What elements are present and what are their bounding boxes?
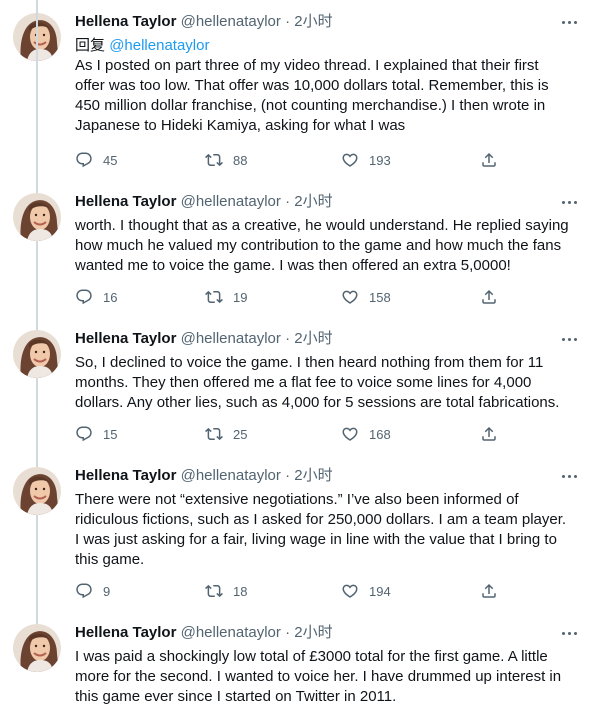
action-bar: 16 19 158 [75,287,505,307]
thread-line [36,241,38,331]
share-button[interactable] [480,150,498,170]
retweet-icon [205,582,223,600]
heart-icon [341,288,359,306]
retweet-icon [205,425,223,443]
reply-count: 45 [103,152,118,168]
separator-dot: · [285,624,291,641]
separator-dot: · [285,330,291,347]
retweet-count: 25 [233,426,248,442]
reply-icon [75,425,93,443]
share-icon [480,288,498,306]
reply-icon [75,151,93,169]
reply-icon [75,288,93,306]
avatar[interactable] [13,330,61,378]
separator-dot: · [285,193,291,210]
author-handle[interactable]: @hellenataylor [181,467,281,484]
more-options-icon[interactable] [558,192,580,212]
reply-icon [75,582,93,600]
like-button[interactable]: 194 [341,581,391,601]
author-name[interactable]: Hellena Taylor [75,467,176,484]
thread-line [36,0,38,194]
retweet-count: 18 [233,583,248,599]
timestamp[interactable]: 2小时 [294,193,332,210]
share-button[interactable] [480,581,498,601]
tweet[interactable]: Hellena Taylor @hellenataylor · 2小时 回复 @… [0,0,600,180]
separator-dot: · [285,467,291,484]
reply-count: 16 [103,289,118,305]
like-button[interactable]: 168 [341,424,391,444]
retweet-icon [205,151,223,169]
tweet-text: There were not “extensive negotiations.”… [75,491,567,568]
replying-to: 回复 @hellenataylor [75,36,209,56]
retweet-count: 88 [233,152,248,168]
like-count: 193 [369,152,391,168]
tweet-text: I was paid a shockingly low total of £30… [75,648,562,705]
author-handle[interactable]: @hellenataylor [181,330,281,347]
avatar[interactable] [13,467,61,515]
like-button[interactable]: 193 [341,150,391,170]
tweet-text: As I posted on part three of my video th… [75,57,549,134]
reply-count: 15 [103,426,118,442]
author-name[interactable]: Hellena Taylor [75,330,176,347]
author-handle[interactable]: @hellenataylor [181,193,281,210]
author-name[interactable]: Hellena Taylor [75,193,176,210]
separator-dot: · [285,13,291,30]
share-icon [480,151,498,169]
heart-icon [341,425,359,443]
share-button[interactable] [480,424,498,444]
action-bar: 45 88 193 [75,150,505,170]
heart-icon [341,582,359,600]
avatar[interactable] [13,624,61,672]
reply-count: 9 [103,583,111,599]
retweet-button[interactable]: 88 [205,150,247,170]
share-icon [480,425,498,443]
tweet-text: So, I declined to voice the game. I then… [75,354,560,411]
share-button[interactable] [480,287,498,307]
tweet[interactable]: Hellena Taylor @hellenataylor · 2小时 wort… [0,0,600,321]
like-count: 168 [369,426,391,442]
retweet-count: 19 [233,289,248,305]
thread-line [36,378,38,468]
timestamp[interactable]: 2小时 [294,13,332,30]
author-name[interactable]: Hellena Taylor [75,624,176,641]
tweet[interactable]: Hellena Taylor @hellenataylor · 2小时 So, … [0,241,600,458]
heart-icon [341,151,359,169]
like-button[interactable]: 158 [341,287,391,307]
thread-line [36,515,38,625]
tweet-text: worth. I thought that as a creative, he … [75,217,569,274]
more-options-icon[interactable] [558,329,580,349]
more-options-icon[interactable] [558,623,580,643]
reply-button[interactable]: 16 [75,287,117,307]
reply-button[interactable]: 45 [75,150,117,170]
share-icon [480,582,498,600]
replying-label: 回复 [75,37,106,54]
author-handle[interactable]: @hellenataylor [181,13,281,30]
timestamp[interactable]: 2小时 [294,467,332,484]
retweet-icon [205,288,223,306]
retweet-button[interactable]: 25 [205,424,247,444]
more-options-icon[interactable] [558,12,580,32]
action-bar: 15 25 168 [75,424,505,444]
like-count: 194 [369,583,391,599]
retweet-button[interactable]: 18 [205,581,247,601]
replying-mention[interactable]: @hellenataylor [109,37,209,54]
author-name[interactable]: Hellena Taylor [75,13,176,30]
timestamp[interactable]: 2小时 [294,624,332,641]
tweet[interactable]: Hellena Taylor @hellenataylor · 2小时 I wa… [0,515,600,715]
action-bar: 9 18 194 [75,581,505,601]
retweet-button[interactable]: 19 [205,287,247,307]
reply-button[interactable]: 9 [75,581,110,601]
tweet[interactable]: Hellena Taylor @hellenataylor · 2小时 Ther… [0,378,600,615]
avatar[interactable] [13,193,61,241]
like-count: 158 [369,289,391,305]
timestamp[interactable]: 2小时 [294,330,332,347]
reply-button[interactable]: 15 [75,424,117,444]
author-handle[interactable]: @hellenataylor [181,624,281,641]
more-options-icon[interactable] [558,466,580,486]
